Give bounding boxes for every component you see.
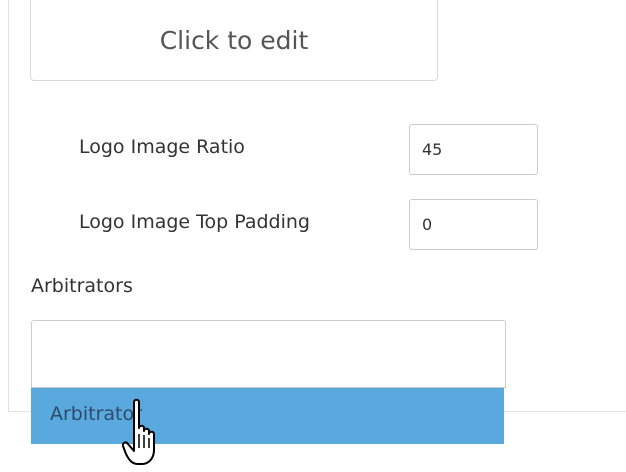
logo-image-ratio-input[interactable] [409, 124, 538, 175]
click-to-edit-label: Click to edit [159, 26, 309, 55]
logo-image-ratio-label: Logo Image Ratio [79, 136, 245, 158]
dropdown-option-arbitrator[interactable]: Arbitrator [31, 388, 504, 444]
panel-left-border [8, 0, 9, 412]
logo-image-top-padding-label: Logo Image Top Padding [79, 211, 310, 233]
arbitrators-select-input[interactable] [31, 320, 506, 388]
arbitrators-label: Arbitrators [31, 275, 133, 297]
hand-pointer-icon [122, 398, 155, 465]
click-to-edit-area[interactable]: Click to edit [30, 0, 438, 81]
logo-image-top-padding-input[interactable] [409, 199, 538, 250]
